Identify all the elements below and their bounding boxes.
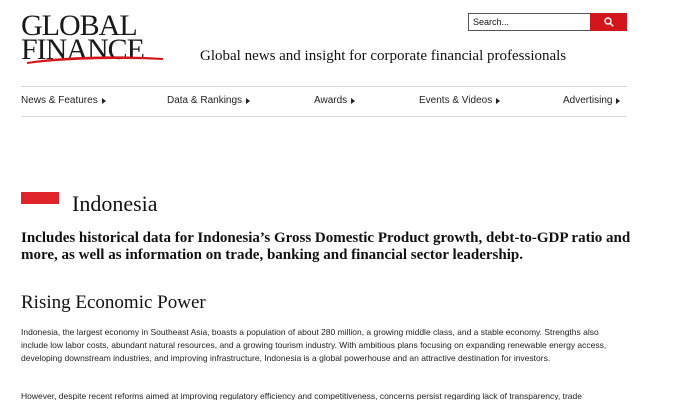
flag-red-band [21, 192, 59, 204]
search-input[interactable] [468, 13, 590, 31]
nav-item-advertising[interactable]: Advertising [563, 95, 621, 106]
search-button[interactable] [590, 13, 627, 31]
logo-swoosh-icon [27, 56, 163, 64]
nav-item-news-features[interactable]: News & Features [21, 95, 106, 106]
nav-item-label: Data & Rankings [167, 95, 243, 106]
body-paragraph: However, despite recent reforms aimed at… [21, 391, 582, 400]
nav-divider-bottom [21, 116, 627, 117]
flag-white-band [21, 204, 59, 217]
global-finance-logo[interactable]: GLOBAL FINANCE [21, 10, 169, 66]
arrow-right-icon [101, 97, 106, 104]
search-bar [468, 13, 627, 31]
nav-item-awards[interactable]: Awards [314, 95, 356, 106]
page-title: Indonesia [72, 191, 158, 216]
arrow-right-icon [246, 97, 251, 104]
nav-item-label: Awards [314, 95, 348, 106]
search-icon [603, 17, 614, 27]
indonesia-flag-icon [21, 192, 59, 217]
arrow-right-icon [616, 97, 621, 104]
nav-divider-top [21, 86, 627, 87]
body-paragraph: Indonesia, the largest economy in Southe… [21, 327, 607, 363]
nav-item-events-videos[interactable]: Events & Videos [419, 95, 501, 106]
nav-item-label: Events & Videos [419, 95, 493, 106]
section-heading: Rising Economic Power [21, 292, 206, 313]
arrow-right-icon [496, 97, 501, 104]
arrow-right-icon [351, 97, 356, 104]
main-nav: News & Features Data & Rankings Awards E… [21, 95, 627, 109]
page-intro: Includes historical data for Indonesia’s… [21, 230, 631, 263]
site-tagline: Global news and insight for corporate fi… [200, 48, 567, 64]
nav-item-label: Advertising [563, 95, 613, 106]
nav-item-data-rankings[interactable]: Data & Rankings [167, 95, 251, 106]
nav-item-label: News & Features [21, 95, 98, 106]
